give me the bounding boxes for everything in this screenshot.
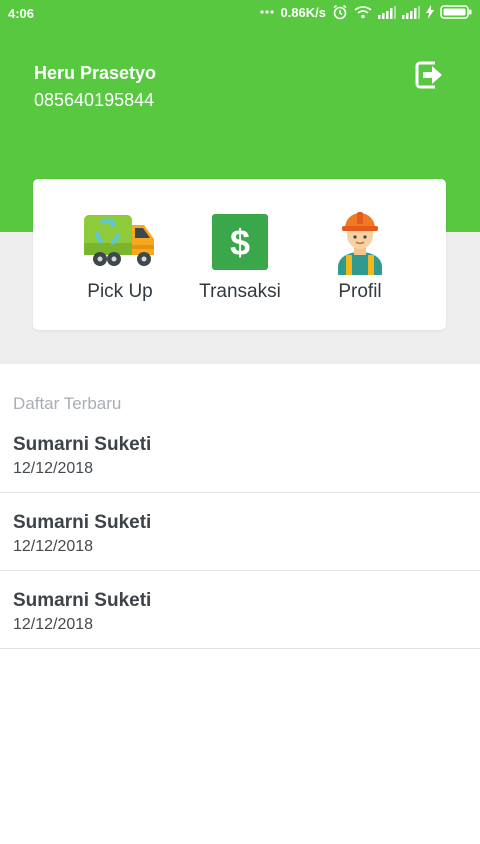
charging-icon [426,5,434,19]
status-time: 4:06 [8,6,35,21]
status-icons: 0.86K/s [260,4,472,20]
svg-text:$: $ [230,222,250,263]
list-item[interactable]: Sumarni Suketi 12/12/2018 [0,415,480,493]
list-item-name: Sumarni Suketi [13,512,152,533]
menu-item-pickup[interactable]: Pick Up [65,209,175,309]
wifi-icon [354,5,372,19]
menu-item-profil[interactable]: Profil [305,209,415,309]
list-item[interactable]: Sumarni Suketi 12/12/2018 [0,493,480,571]
list-item[interactable]: Sumarni Suketi 12/12/2018 [0,571,480,649]
signal-icon [378,5,396,19]
battery-icon [440,5,472,19]
menu-label-pickup: Pick Up [87,281,153,302]
status-bar: 4:06 0.86K/s [0,0,480,26]
menu-label-transaksi: Transaksi [199,281,281,302]
menu-label-profil: Profil [338,281,382,302]
garbage-truck-icon [82,209,158,274]
menu-item-transaksi[interactable]: $ Transaksi [185,209,295,309]
logout-button[interactable] [413,58,447,92]
list-item-name: Sumarni Suketi [13,434,152,455]
signal-icon [402,5,420,19]
list-item-date: 12/12/2018 [13,460,94,477]
dots-icon [260,9,275,15]
menu-card: Pick Up $ Transaksi Profil [33,179,446,330]
user-name: Heru Prasetyo [34,63,157,83]
logout-icon [413,61,447,96]
dollar-icon: $ [212,214,268,275]
list-item-date: 12/12/2018 [13,616,94,633]
section-title: Daftar Terbaru [13,394,122,413]
worker-icon [332,209,388,280]
alarm-icon [332,4,348,20]
user-phone: 085640195844 [34,90,155,110]
list-item-name: Sumarni Suketi [13,590,152,611]
network-speed: 0.86K/s [280,4,326,20]
list-item-date: 12/12/2018 [13,538,94,555]
